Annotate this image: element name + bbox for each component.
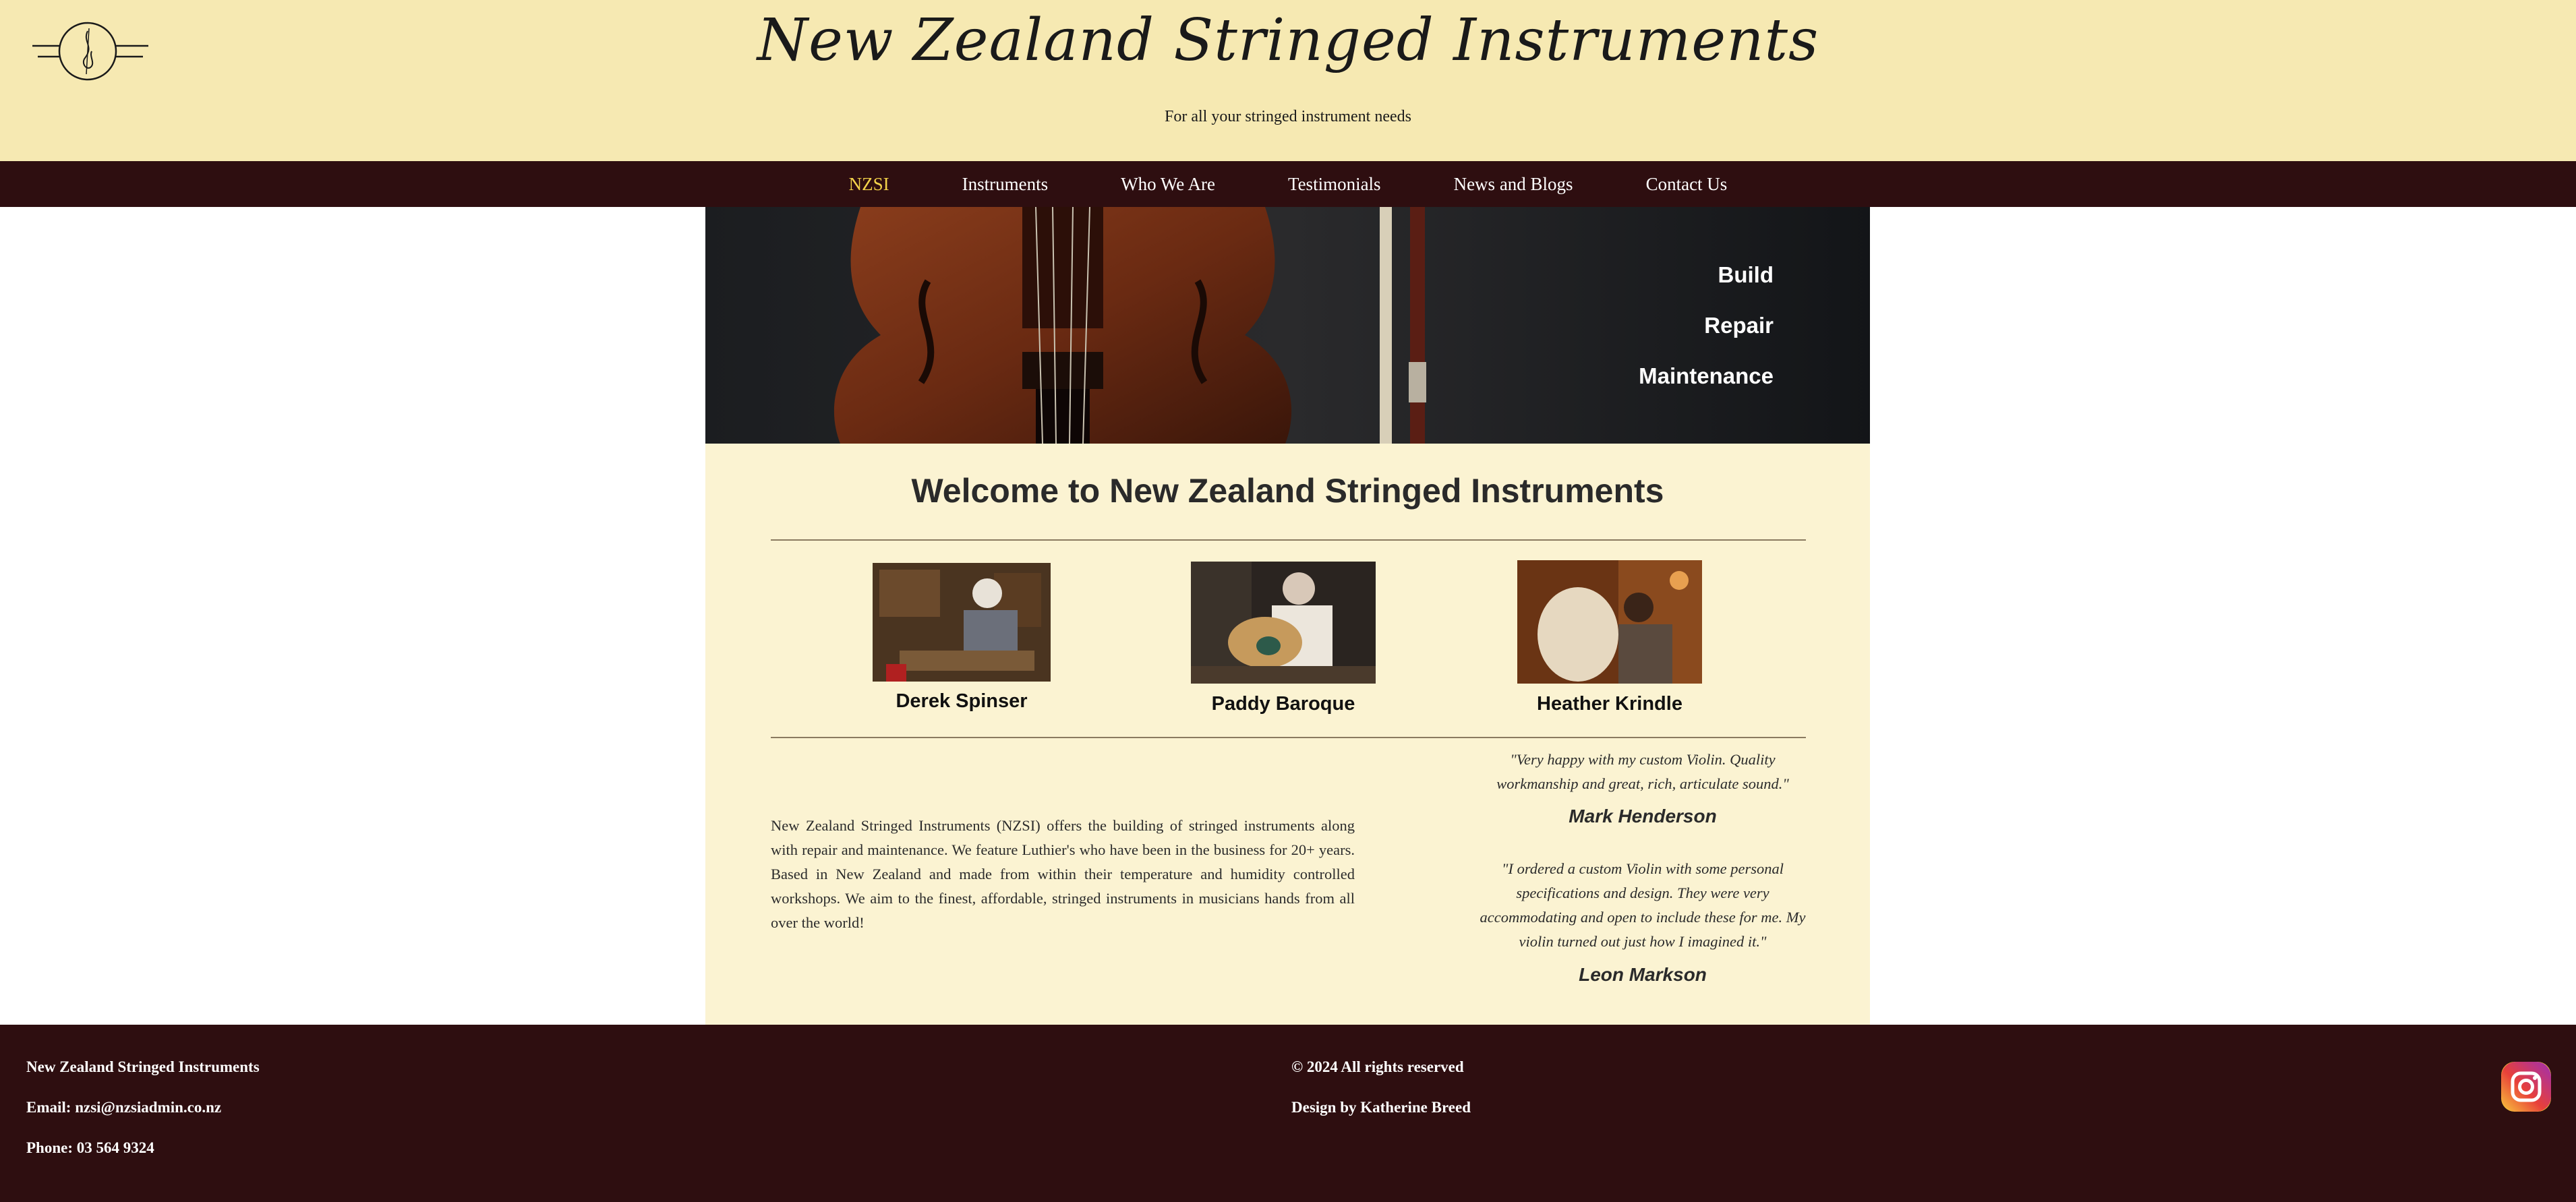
nav-item-contact-us[interactable]: Contact Us: [1610, 174, 1764, 195]
violin-banner-image: [705, 207, 1870, 444]
testimonial-author: Leon Markson: [1579, 964, 1707, 985]
welcome-heading: Welcome to New Zealand Stringed Instrume…: [911, 472, 1664, 510]
nav-item-instruments[interactable]: Instruments: [926, 174, 1085, 195]
banner-service-build: Build: [1718, 262, 1774, 287]
luthier-name-paddy: Paddy Baroque: [1211, 693, 1355, 715]
divider: [771, 737, 1806, 738]
site-title: New Zealand Stringed Instruments: [757, 7, 1819, 74]
instagram-icon[interactable]: [2501, 1062, 2551, 1112]
banner-service-maintenance: Maintenance: [1639, 363, 1774, 388]
nav-item-news-and-blogs[interactable]: News and Blogs: [1417, 174, 1610, 195]
site-header: New Zealand Stringed Instruments For all…: [0, 0, 2576, 161]
banner-service-repair: Repair: [1704, 313, 1774, 338]
about-paragraph: New Zealand Stringed Instruments (NZSI) …: [771, 817, 1355, 931]
luthier-name-heather: Heather Krindle: [1537, 693, 1682, 715]
footer-company-name: New Zealand Stringed Instruments: [26, 1058, 260, 1075]
testimonial-author: Mark Henderson: [1569, 806, 1717, 827]
luthier-photo-paddy[interactable]: [1191, 562, 1376, 684]
testimonial-quote: "Very happy with my custom Violin. Quali…: [1496, 751, 1789, 792]
luthier-photo-derek[interactable]: [873, 563, 1051, 682]
nav-item-nzsi[interactable]: NZSI: [813, 174, 926, 195]
footer-design-credit: Design by Katherine Breed: [1291, 1099, 1471, 1116]
site-subtitle: For all your stringed instrument needs: [1165, 108, 1411, 125]
footer-phone[interactable]: Phone: 03 564 9324: [26, 1139, 154, 1157]
footer-email[interactable]: Email: nzsi@nzsiadmin.co.nz: [26, 1099, 221, 1116]
nav-item-who-we-are[interactable]: Who We Are: [1084, 174, 1252, 195]
site-footer: New Zealand Stringed Instruments Email: …: [0, 1025, 2576, 1202]
main-content: Build Repair Maintenance Welcome to New …: [705, 207, 1870, 1025]
divider: [771, 539, 1806, 541]
main-navigation: NZSI Instruments Who We Are Testimonials…: [0, 161, 2576, 207]
nav-item-testimonials[interactable]: Testimonials: [1252, 174, 1417, 195]
footer-copyright: © 2024 All rights reserved: [1291, 1058, 1464, 1075]
luthier-name-derek: Derek Spinser: [896, 690, 1028, 712]
testimonial-quote: "I ordered a custom Violin with some per…: [1480, 860, 1806, 950]
hero-banner: Build Repair Maintenance: [705, 207, 1870, 444]
luthier-photo-heather[interactable]: [1517, 560, 1702, 684]
